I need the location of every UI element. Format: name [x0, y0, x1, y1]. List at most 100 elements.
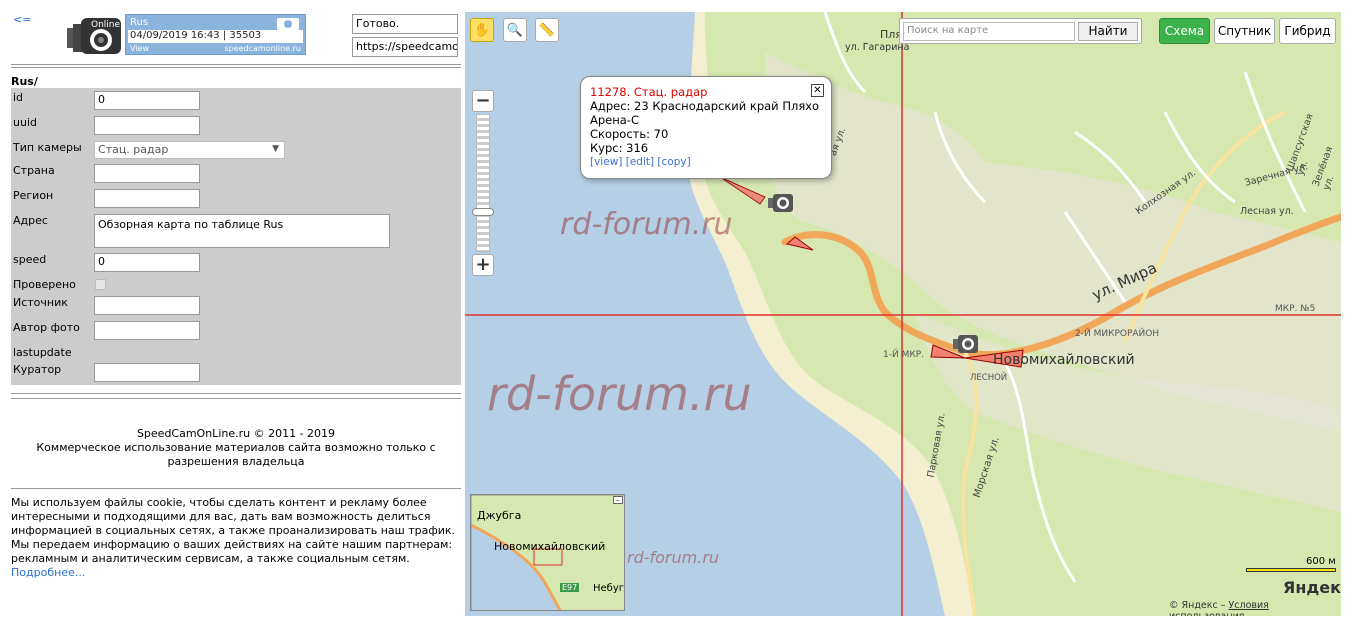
hand-tool-button[interactable]: ✋: [470, 18, 494, 42]
map-search-button[interactable]: Найти: [1078, 22, 1138, 41]
region-input[interactable]: [94, 189, 200, 208]
svg-text:Online: Online: [91, 20, 120, 30]
hand-icon: ✋: [473, 22, 491, 38]
map-copyright-text: © Яндекс –: [1169, 600, 1229, 611]
minimap-label: Небуг: [593, 583, 625, 594]
zoom-track[interactable]: [476, 114, 490, 252]
zoom-out-button[interactable]: −: [472, 90, 494, 112]
close-icon[interactable]: ✕: [811, 84, 824, 97]
camera-type-label: Тип камеры: [13, 141, 82, 154]
photo-author-label: Автор фото: [13, 321, 80, 334]
camera-form: id 0 uuid Тип камеры Стац. радар ▼ Стран…: [11, 88, 461, 385]
balloon-speed: Скорость: 70: [590, 127, 669, 141]
checked-label: Проверено: [13, 278, 76, 291]
divider: [11, 67, 461, 68]
speed-input[interactable]: 0: [94, 253, 200, 272]
watermark: rd-forum.ru: [560, 207, 733, 242]
photo-author-input[interactable]: [94, 321, 200, 340]
zoom-control: − +: [472, 90, 494, 276]
camera-balloon: 11278. Стац. радар Адрес: 23 Краснодарск…: [580, 76, 832, 179]
footer-copyright: SpeedCamOnLine.ru © 2011 - 2019: [136, 427, 336, 440]
zoom-select-button[interactable]: 🔍: [503, 18, 527, 42]
divider: [11, 398, 461, 399]
source-label: Источник: [13, 296, 68, 309]
camera-type-select[interactable]: Стац. радар ▼: [94, 141, 285, 159]
ruler-button[interactable]: 📏: [535, 18, 559, 42]
cookie-text: Мы используем файлы cookie, чтобы сделат…: [11, 496, 456, 565]
map-search: Поиск на карте Найти: [899, 18, 1142, 44]
speed-label: speed: [13, 253, 47, 266]
balloon-links: [view] [edit] [copy]: [590, 155, 822, 169]
uuid-label: uuid: [13, 116, 37, 129]
balloon-copy-link[interactable]: [copy]: [657, 156, 690, 168]
zoom-handle[interactable]: [472, 208, 494, 216]
mode-scheme-button[interactable]: Схема: [1159, 18, 1210, 44]
minimap-label: Новомихайловский: [494, 540, 606, 553]
map-label: Новомихайловский: [993, 352, 1135, 368]
mode-hybrid-button[interactable]: Гибрид: [1279, 18, 1336, 44]
country-input[interactable]: [94, 164, 200, 183]
watermark: rd-forum.ru: [627, 548, 720, 567]
balloon-address2: Арена-С: [590, 113, 639, 127]
camera-icon: [277, 18, 299, 30]
address-textarea[interactable]: Обзорная карта по таблице Rus: [94, 214, 390, 248]
zoom-in-button[interactable]: +: [472, 254, 494, 276]
footer-notice: Коммерческое использование материалов са…: [36, 441, 436, 468]
uuid-input[interactable]: [94, 116, 200, 135]
status-field: Готово.: [352, 14, 458, 34]
minimap[interactable]: Джубга Новомихайловский Небуг E97 –: [470, 494, 625, 611]
footer: SpeedCamOnLine.ru © 2011 - 2019 Коммерче…: [11, 427, 461, 469]
yandex-logo: Яндекс: [1283, 578, 1341, 597]
badge-view-link[interactable]: View: [130, 44, 149, 53]
badge-title: Rus: [130, 17, 149, 28]
camera-type-value: Стац. радар: [98, 143, 169, 156]
country-label: Страна: [13, 164, 55, 177]
balloon-title: 11278. Стац. радар: [590, 85, 708, 99]
balloon-view-link[interactable]: [view]: [590, 156, 622, 168]
checked-checkbox[interactable]: [95, 279, 106, 290]
minimap-label: Джубга: [477, 509, 522, 522]
curator-label: Куратор: [13, 363, 62, 376]
info-badge[interactable]: Rus 04/09/2019 16:43 | 35503 View speedc…: [125, 14, 306, 55]
map-label: Лесная ул.: [1240, 206, 1294, 217]
left-panel: <= Online Rus 04/09/2019 16:43 | 35503 V…: [0, 0, 465, 626]
balloon-edit-link[interactable]: [edit]: [626, 156, 654, 168]
cookie-more-link[interactable]: Подробнее...: [11, 566, 85, 579]
map-copyright: © Яндекс – Условия использования: [1169, 600, 1341, 616]
balloon-address: Адрес: 23 Краснодарский край Пляхо: [590, 99, 820, 113]
back-link[interactable]: <=: [13, 13, 31, 26]
source-input[interactable]: [94, 296, 200, 315]
scale-bar: [1246, 568, 1336, 572]
region-label: Регион: [13, 189, 54, 202]
balloon-course: Курс: 316: [590, 141, 649, 155]
camera-marker-icon[interactable]: [953, 333, 979, 355]
badge-site: speedcamonline.ru: [224, 44, 301, 53]
url-field[interactable]: https://speedcamon: [352, 37, 458, 57]
map-label: МКР. №5: [1275, 304, 1316, 314]
section-title: Rus/: [11, 75, 38, 88]
id-input[interactable]: 0: [94, 91, 200, 110]
map[interactable]: ул. Гагарина Пля ул. Мира Новомихайловск…: [465, 12, 1341, 616]
online-logo: Online: [67, 14, 123, 56]
map-label: 2-Й МИКРОРАЙОН: [1075, 329, 1160, 339]
map-label: 1-Й МКР.: [883, 350, 925, 360]
watermark: rd-forum.ru: [487, 367, 752, 421]
scale-label: 600 м: [1306, 556, 1336, 567]
chevron-down-icon: ▼: [272, 144, 279, 154]
minimap-collapse-icon[interactable]: –: [613, 496, 623, 504]
map-search-input[interactable]: Поиск на карте: [903, 22, 1075, 41]
cookie-notice: Мы используем файлы cookie, чтобы сделат…: [11, 496, 463, 580]
ruler-icon: 📏: [538, 22, 556, 38]
road-badge: E97: [560, 583, 580, 592]
curator-input[interactable]: [94, 363, 200, 382]
divider: [11, 64, 461, 65]
divider: [11, 393, 461, 394]
magnifier-icon: 🔍: [506, 22, 524, 38]
address-label: Адрес: [13, 214, 48, 227]
camera-marker-icon[interactable]: [768, 192, 794, 214]
badge-info: 04/09/2019 16:43 | 35503: [128, 30, 303, 43]
map-label: ЛЕСНОЙ: [970, 373, 1008, 383]
id-label: id: [13, 91, 24, 104]
lastupdate-label: lastupdate: [13, 346, 72, 359]
mode-satellite-button[interactable]: Спутник: [1214, 18, 1275, 44]
